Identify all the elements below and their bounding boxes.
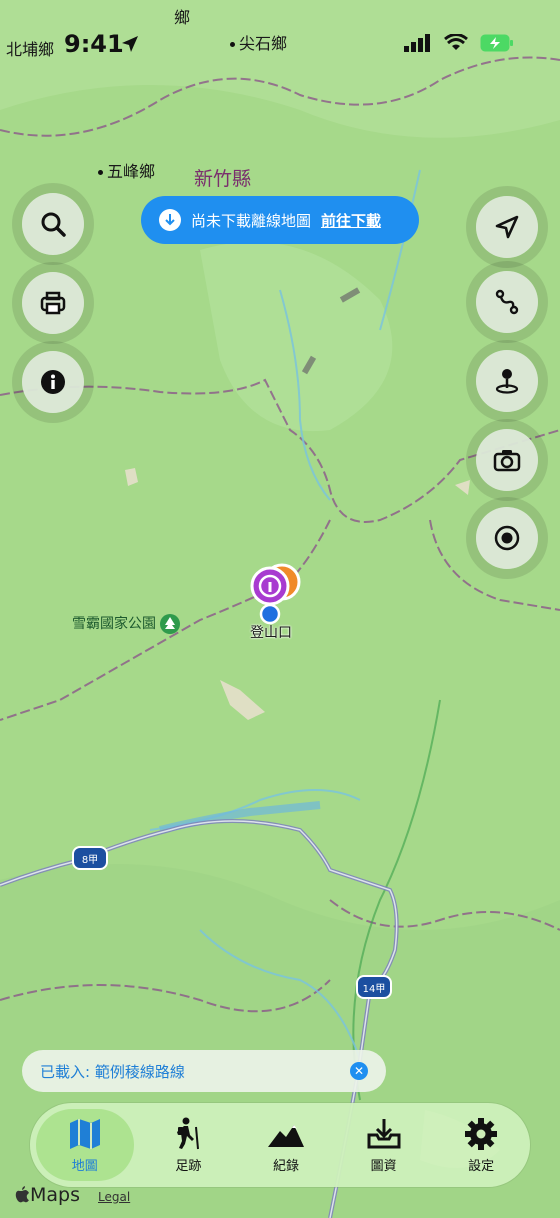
route-icon xyxy=(495,289,519,315)
tab-footprints[interactable]: 足跡 xyxy=(140,1103,238,1187)
road-shield-8: 8甲 xyxy=(72,846,108,870)
loaded-route-bar[interactable]: 已載入: 範例稜線路線 ✕ xyxy=(22,1050,386,1092)
map-marker-icon xyxy=(250,563,301,625)
place-label-county: 新竹縣 xyxy=(194,168,252,190)
road-shield-14: 14甲 xyxy=(356,975,392,999)
mountains-icon xyxy=(267,1124,304,1147)
search-button[interactable] xyxy=(22,193,84,255)
download-tray-icon xyxy=(367,1118,401,1148)
apple-maps-logo: Maps xyxy=(14,1184,80,1206)
battery-charging-icon xyxy=(480,34,513,52)
tab-label: 足跡 xyxy=(175,1158,202,1174)
tab-map-data[interactable]: 圖資 xyxy=(335,1103,433,1187)
tab-label: 設定 xyxy=(468,1158,495,1174)
download-arrow-icon xyxy=(159,209,181,231)
loaded-route-text: 已載入: 範例稜線路線 xyxy=(40,1062,185,1081)
place-label-park: 雪霸國家公園 xyxy=(72,613,181,634)
offline-map-banner[interactable]: 尚未下載離線地圖 前往下載 xyxy=(141,196,419,244)
place-label-wufeng: 五峰鄉 xyxy=(98,158,155,182)
record-button[interactable] xyxy=(476,507,538,569)
search-icon xyxy=(41,212,66,237)
banner-download-link[interactable]: 前往下載 xyxy=(321,210,381,231)
trailhead-marker[interactable] xyxy=(246,560,306,630)
gear-icon xyxy=(465,1117,498,1150)
map-pin-icon xyxy=(495,369,519,394)
trailhead-label: 登山口 xyxy=(250,625,292,641)
park-tree-icon xyxy=(160,614,181,634)
tab-bar: 地圖 足跡 紀錄 圖資 設定 xyxy=(30,1103,530,1187)
info-button[interactable] xyxy=(22,351,84,413)
tab-label: 圖資 xyxy=(370,1158,397,1174)
wifi-icon xyxy=(444,34,468,50)
location-button[interactable] xyxy=(476,196,538,258)
hiker-icon xyxy=(177,1117,200,1149)
banner-text: 尚未下載離線地圖 xyxy=(191,211,312,230)
place-label-jianshi: 尖石鄉 xyxy=(230,30,287,54)
status-indicators xyxy=(404,34,514,52)
pin-drop-button[interactable] xyxy=(476,350,538,412)
location-arrow-icon xyxy=(122,36,138,52)
cellular-signal-icon xyxy=(404,34,430,52)
legal-link[interactable]: Legal xyxy=(98,1190,130,1204)
tab-map[interactable]: 地圖 xyxy=(36,1109,134,1181)
record-icon xyxy=(494,525,520,551)
tab-records[interactable]: 紀錄 xyxy=(237,1103,335,1187)
map-icon xyxy=(69,1118,100,1149)
close-icon[interactable]: ✕ xyxy=(350,1062,368,1080)
tab-label: 紀錄 xyxy=(272,1158,299,1174)
tab-label: 地圖 xyxy=(71,1158,98,1174)
place-label-north-puli: 北埔鄉 xyxy=(6,40,55,59)
info-icon xyxy=(41,370,65,394)
printer-icon xyxy=(40,291,66,315)
camera-button[interactable] xyxy=(476,429,538,491)
place-label-partial: 鄉 xyxy=(174,8,191,27)
status-time: 9:41 xyxy=(64,30,124,58)
route-button[interactable] xyxy=(476,271,538,333)
camera-icon xyxy=(493,450,521,472)
navigation-arrow-icon xyxy=(495,215,519,239)
print-button[interactable] xyxy=(22,272,84,334)
apple-logo-icon xyxy=(15,1186,29,1203)
tab-settings[interactable]: 設定 xyxy=(432,1103,530,1187)
